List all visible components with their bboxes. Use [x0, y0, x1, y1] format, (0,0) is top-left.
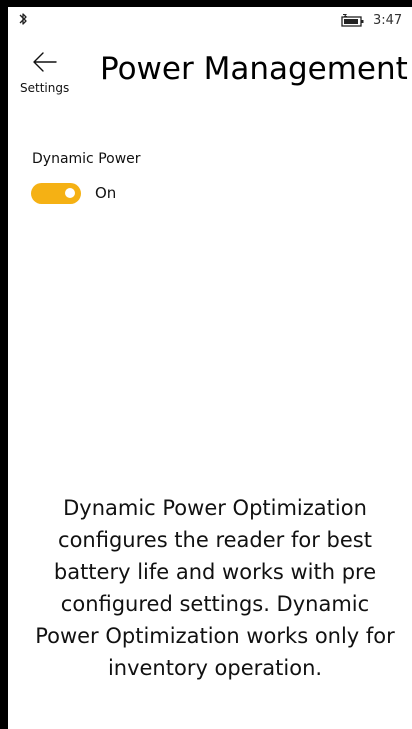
description-text: Dynamic Power Optimization configures th…	[35, 496, 395, 680]
back-label: Settings	[20, 81, 70, 95]
screen: 3:47 Settings Power Management Dynamic P…	[8, 7, 412, 729]
dynamic-power-label: Dynamic Power	[32, 151, 141, 167]
back-arrow-icon	[33, 52, 57, 72]
top-bezel	[0, 0, 412, 7]
bluetooth-icon	[19, 13, 27, 25]
status-time: 3:47	[373, 13, 403, 28]
battery-charging-icon	[341, 14, 364, 27]
dynamic-power-toggle[interactable]	[31, 183, 81, 204]
page-title: Power Management	[100, 51, 408, 87]
toggle-knob	[65, 188, 75, 198]
left-bezel	[0, 0, 8, 729]
status-bar: 3:47	[8, 7, 412, 35]
back-button[interactable]: Settings	[16, 47, 76, 99]
toggle-state-label: On	[95, 184, 117, 202]
device-frame: 3:47 Settings Power Management Dynamic P…	[0, 0, 412, 729]
